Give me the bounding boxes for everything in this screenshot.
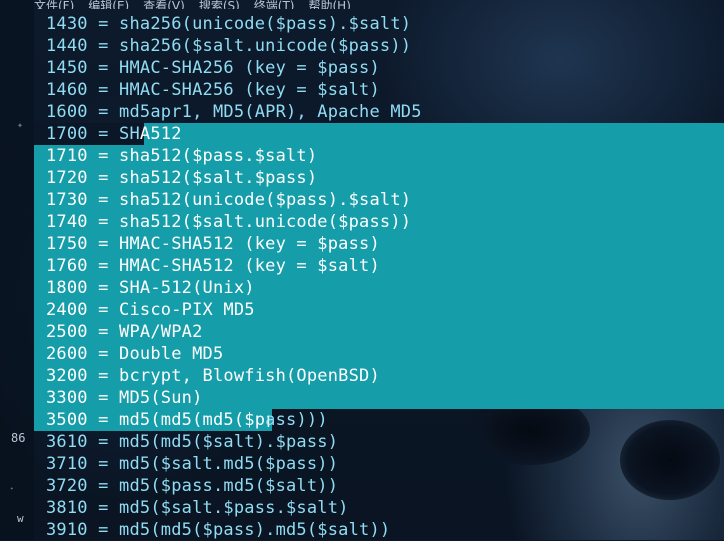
terminal-line: 1800 = SHA-512(Unix) xyxy=(46,278,255,298)
menu-terminal[interactable]: 终端(T) xyxy=(254,0,295,9)
terminal-line-selection-start: 1700 = SHA512 xyxy=(46,123,422,145)
unselected-text: ass))) xyxy=(265,410,328,430)
wallpaper-alien-eye-right xyxy=(620,420,720,500)
terminal-line: 3710 = md5($salt.md5($pass)) xyxy=(46,454,339,474)
terminal-line: 2600 = Double MD5 xyxy=(46,344,224,364)
terminal-line: 3910 = md5(md5($pass).md5($salt)) xyxy=(46,520,391,540)
terminal-line: 3610 = md5(md5($salt).$pass) xyxy=(46,432,339,452)
terminal-line: 1750 = HMAC-SHA512 (key = $pass) xyxy=(46,234,380,254)
terminal-line-selection-end: 3500 = md5(md5(md5($pass))) xyxy=(46,409,422,431)
text-cursor-ibeam-icon: I xyxy=(266,412,271,431)
terminal-line: 1600 = md5apr1, MD5(APR), Apache MD5 xyxy=(46,102,422,122)
terminal-line: 1430 = sha256(unicode($pass).$salt) xyxy=(46,14,412,34)
menu-edit[interactable]: 编辑(E) xyxy=(88,0,129,9)
terminal-line: 1440 = sha256($salt.unicode($pass)) xyxy=(46,36,412,56)
selected-text: 3500 = md5(md5(md5($p xyxy=(46,410,266,430)
terminal-line: 1740 = sha512($salt.unicode($pass)) xyxy=(46,212,412,232)
terminal-line: 2400 = Cisco-PIX MD5 xyxy=(46,300,255,320)
terminal-line: 3810 = md5($salt.$pass.$salt) xyxy=(46,498,349,518)
terminal-line: 1710 = sha512($pass.$salt) xyxy=(46,146,318,166)
menu-file[interactable]: 文件(F) xyxy=(34,0,74,9)
terminal-line: 1730 = sha512(unicode($pass).$salt) xyxy=(46,190,412,210)
menu-search[interactable]: 搜索(S) xyxy=(199,0,240,9)
terminal-line: 3200 = bcrypt, Blowfish(OpenBSD) xyxy=(46,366,380,386)
left-panel-gutter: 86 w xyxy=(0,0,34,540)
terminal-line: 1450 = HMAC-SHA256 (key = $pass) xyxy=(46,58,380,78)
terminal-line: 1460 = HMAC-SHA256 (key = $salt) xyxy=(46,80,380,100)
gutter-letter: w xyxy=(17,512,24,525)
terminal-line: 3720 = md5($pass.md5($salt)) xyxy=(46,476,339,496)
unselected-text: 1700 = SH xyxy=(46,124,140,144)
terminal-line: 1720 = sha512($salt.$pass) xyxy=(46,168,318,188)
terminal-line: 3300 = MD5(Sun) xyxy=(46,388,203,408)
terminal-menubar: 文件(F) 编辑(E) 查看(V) 搜索(S) 终端(T) 帮助(H) xyxy=(34,0,724,9)
gutter-number: 86 xyxy=(11,431,26,445)
terminal-line: 1760 = HMAC-SHA512 (key = $salt) xyxy=(46,256,380,276)
selected-text: A512 xyxy=(139,124,182,144)
terminal-output[interactable]: 1430 = sha256(unicode($pass).$salt) 1440… xyxy=(46,13,422,541)
menu-help[interactable]: 帮助(H) xyxy=(309,0,351,9)
terminal-line: 2500 = WPA/WPA2 xyxy=(46,322,203,342)
menu-view[interactable]: 查看(V) xyxy=(143,0,185,9)
